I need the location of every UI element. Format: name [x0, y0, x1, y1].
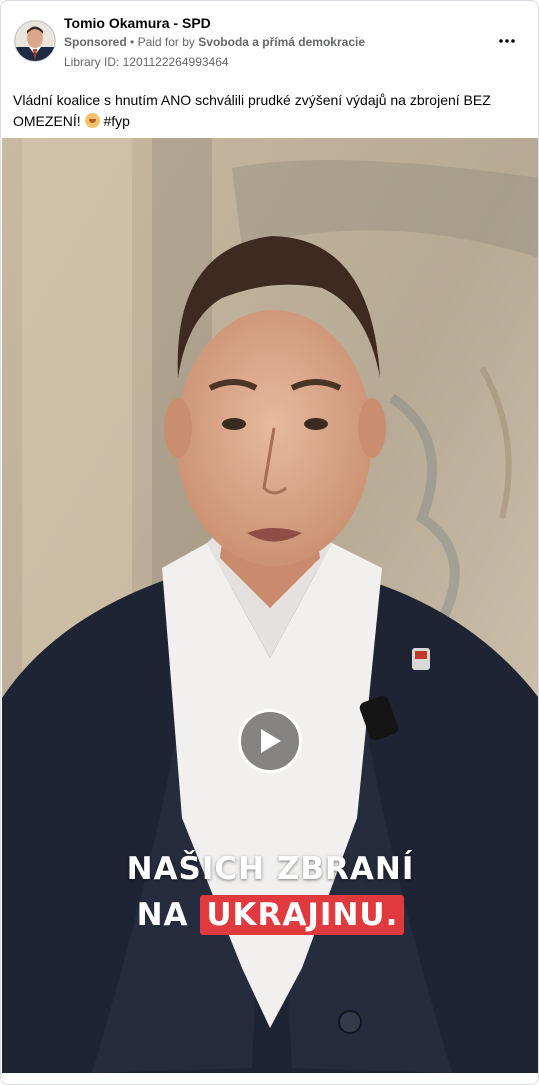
sponsored-label: Sponsored [64, 35, 127, 49]
more-options-button[interactable] [493, 29, 521, 53]
post-text: Vládní koalice s hnutím ANO schválili pr… [13, 90, 523, 132]
more-horizontal-icon [499, 39, 515, 43]
avatar-image [15, 21, 55, 61]
library-id: Library ID: 1201122264993464 [64, 55, 229, 69]
ad-card: Tomio Okamura - SPD Sponsored • Paid for… [0, 0, 539, 1085]
video-caption-line1: NAŠICH ZBRANÍ [126, 851, 415, 887]
emoji-icon [84, 113, 100, 128]
video-caption-line2: NA UKRAJINU. [2, 895, 538, 935]
payer-name[interactable]: Svoboda a přímá demokracie [198, 35, 365, 49]
play-button[interactable] [238, 709, 302, 773]
caption-prefix: NA [136, 897, 189, 933]
sponsor-line: Sponsored • Paid for by Svoboda a přímá … [64, 35, 365, 49]
caption-highlight: UKRAJINU. [200, 895, 405, 935]
play-icon [261, 729, 281, 753]
video-player[interactable]: NAŠICH ZBRANÍ NA UKRAJINU. [2, 138, 538, 1073]
page-avatar[interactable] [14, 20, 56, 62]
page-name[interactable]: Tomio Okamura - SPD [64, 15, 211, 31]
separator-dot: • [130, 35, 135, 49]
post-header: Tomio Okamura - SPD Sponsored • Paid for… [1, 1, 538, 81]
paid-for-label: Paid for by [137, 35, 195, 49]
hashtag[interactable]: #fyp [103, 113, 129, 129]
